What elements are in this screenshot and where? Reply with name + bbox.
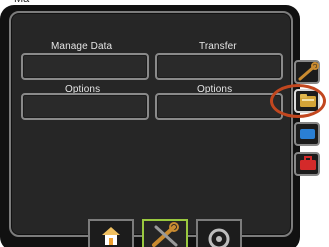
- home-icon: [102, 227, 120, 245]
- manage-data-button[interactable]: [21, 53, 149, 80]
- transfer-button[interactable]: [155, 53, 283, 80]
- transfer-label: Transfer: [199, 41, 237, 52]
- bottom-tab-tools[interactable]: [142, 219, 188, 247]
- side-tab-wrench[interactable]: [294, 60, 320, 84]
- device-screen: Manage Data Transfer Options Options: [9, 11, 293, 237]
- screen-icon: [300, 129, 315, 139]
- gauge-icon: [208, 228, 230, 247]
- options-button-right[interactable]: [155, 93, 283, 120]
- bottom-tab-home[interactable]: [88, 219, 134, 247]
- side-tab-toolbox[interactable]: [294, 152, 320, 176]
- wrench-icon: [298, 62, 319, 81]
- highlight-ring-folder: [270, 84, 326, 118]
- manage-data-label: Manage Data: [51, 41, 113, 52]
- side-tab-screen[interactable]: [294, 122, 320, 146]
- help-screenshot: Ma Manage Data Transfer Options Options: [0, 0, 329, 247]
- options-button-left[interactable]: [21, 93, 149, 120]
- tools-icon: [152, 222, 179, 247]
- bottom-tab-gauge[interactable]: [196, 219, 242, 247]
- toolbox-icon: [300, 156, 316, 170]
